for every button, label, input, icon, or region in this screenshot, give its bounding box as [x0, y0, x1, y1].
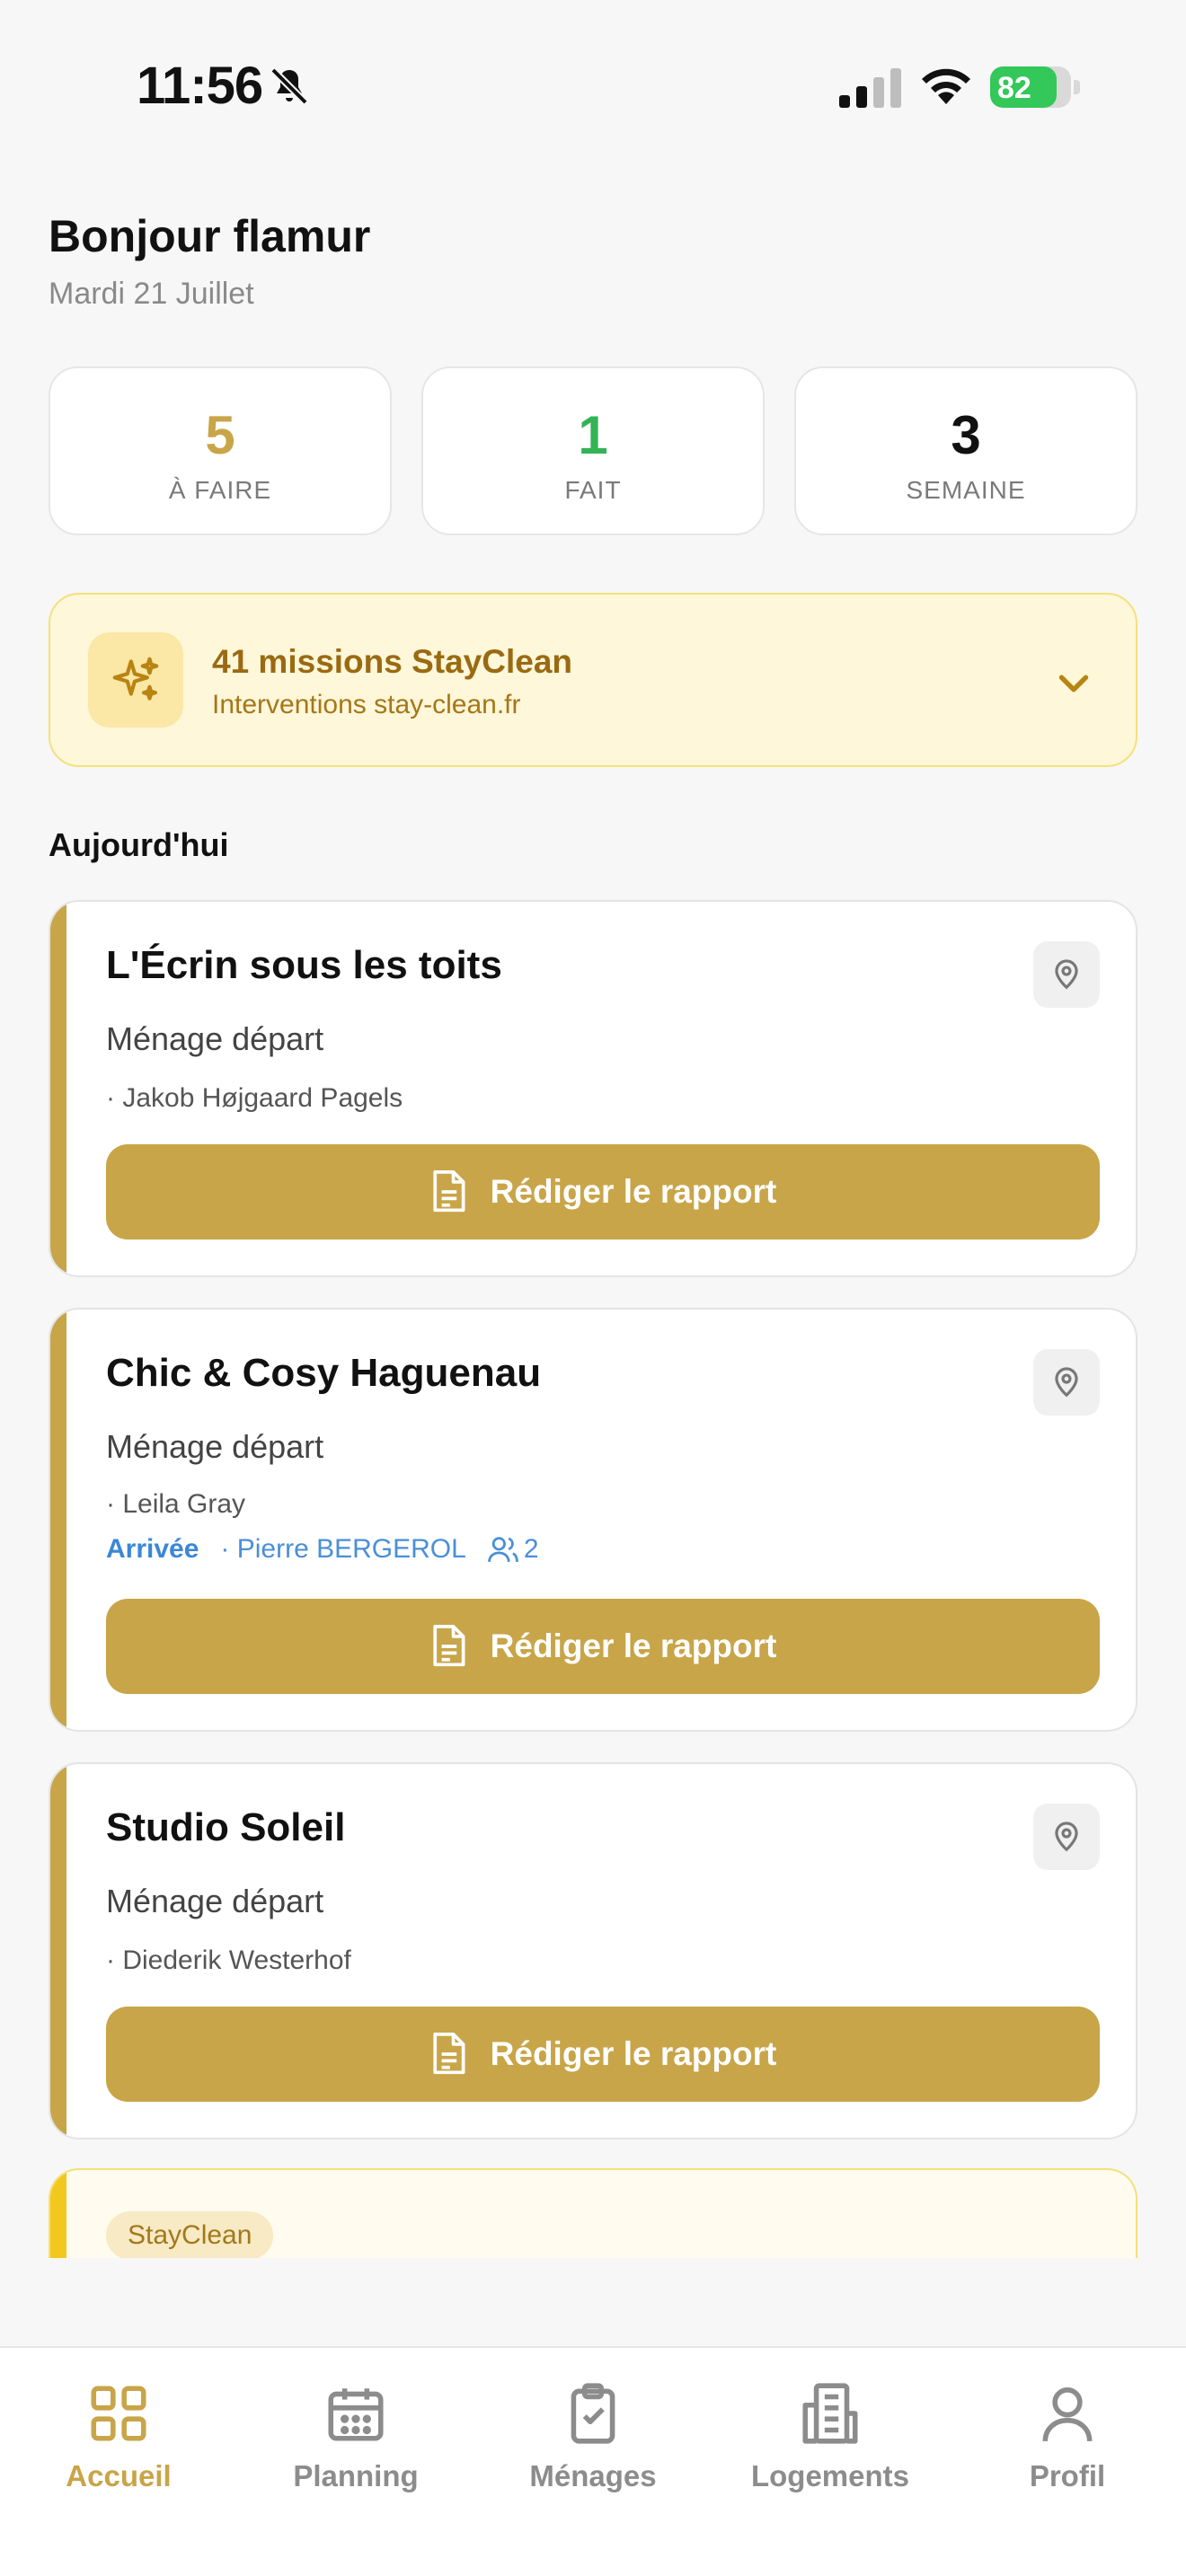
calendar-icon: [328, 2388, 384, 2441]
write-report-button[interactable]: Rédiger le rapport: [106, 1599, 1100, 1694]
promo-title: 41 missions StayClean: [212, 643, 573, 680]
tab-planning[interactable]: Planning: [257, 2380, 455, 2493]
card-guest-name: · Diederik Westerhof: [106, 1945, 351, 1975]
stat-done[interactable]: 1 FAIT: [421, 366, 765, 535]
greeting-title: Bonjour flamur: [49, 211, 371, 261]
card-guest-name: · Leila Gray: [106, 1489, 246, 1519]
card-title: L'Écrin sous les toits: [106, 943, 502, 987]
status-bar: 11:56 82: [0, 0, 1186, 171]
tab-logements[interactable]: Logements: [731, 2380, 929, 2493]
cellular-signal-icon: [839, 68, 901, 108]
card-accent-bar: [50, 2170, 66, 2258]
stayclean-badge: StayClean: [106, 2211, 274, 2258]
battery-icon: 82: [990, 66, 1080, 108]
tab-label: Ménages: [529, 2459, 657, 2492]
write-report-label: Rédiger le rapport: [490, 1173, 777, 1210]
card-accent-bar: [50, 902, 66, 1275]
arrival-label: Arrivée: [106, 1534, 199, 1564]
stat-todo-label: À FAIRE: [168, 476, 272, 504]
write-report-button[interactable]: Rédiger le rapport: [106, 1144, 1100, 1239]
status-time: 11:56: [137, 57, 263, 115]
card-accent-bar: [50, 1310, 66, 1730]
stayclean-mission-card[interactable]: StayClean: [49, 2168, 1137, 2258]
stat-done-value: 1: [578, 405, 608, 465]
location-pin-icon[interactable]: [1033, 941, 1100, 1008]
card-title: Studio Soleil: [106, 1805, 346, 1849]
section-title-today: Aujourd'hui: [49, 826, 229, 863]
mission-card[interactable]: Chic & Cosy Haguenau Ménage départ · Lei…: [49, 1308, 1137, 1732]
location-pin-icon[interactable]: [1033, 1349, 1100, 1416]
card-cleaning-type: Ménage départ: [106, 1883, 324, 1919]
building-icon: [802, 2383, 858, 2444]
chevron-down-icon[interactable]: [1049, 659, 1098, 708]
stayclean-missions-banner[interactable]: 41 missions StayClean Interventions stay…: [49, 593, 1137, 767]
arrival-guest-name: · Pierre BERGEROL: [220, 1534, 466, 1564]
stat-week-label: SEMAINE: [906, 476, 1026, 504]
bottom-tab-bar: Accueil Planning Ménages Logements Profi…: [0, 2346, 1186, 2576]
card-title: Chic & Cosy Haguenau: [106, 1351, 542, 1395]
wifi-icon: [922, 68, 970, 104]
battery-level: 82: [997, 71, 1031, 105]
card-cleaning-type: Ménage départ: [106, 1020, 324, 1057]
tab-label: Accueil: [66, 2459, 172, 2492]
mission-card[interactable]: Studio Soleil Ménage départ · Diederik W…: [49, 1762, 1137, 2139]
sparkles-icon: [88, 632, 183, 728]
tab-accueil[interactable]: Accueil: [20, 2380, 217, 2493]
users-icon: [487, 1537, 518, 1563]
current-date: Mardi 21 Juillet: [49, 277, 254, 311]
guest-count: 2: [523, 1534, 539, 1564]
tab-profil[interactable]: Profil: [969, 2380, 1166, 2493]
write-report-label: Rédiger le rapport: [490, 2035, 777, 2072]
card-cleaning-type: Ménage départ: [106, 1428, 324, 1465]
user-icon: [1042, 2387, 1093, 2442]
tab-label: Profil: [1029, 2459, 1106, 2492]
document-icon: [433, 2033, 465, 2075]
tab-label: Logements: [750, 2459, 910, 2492]
bell-muted-icon: [270, 67, 308, 105]
promo-subtitle: Interventions stay-clean.fr: [212, 690, 521, 719]
stat-week-value: 3: [951, 405, 981, 465]
location-pin-icon[interactable]: [1033, 1804, 1100, 1870]
card-accent-bar: [50, 1764, 66, 2138]
stat-todo[interactable]: 5 À FAIRE: [49, 366, 392, 535]
stat-done-label: FAIT: [564, 476, 622, 504]
grid-icon: [91, 2386, 146, 2441]
write-report-label: Rédiger le rapport: [490, 1628, 777, 1664]
stat-week[interactable]: 3 SEMAINE: [794, 366, 1137, 535]
tab-menages[interactable]: Ménages: [494, 2380, 692, 2493]
clipboard-check-icon: [571, 2383, 615, 2444]
card-guest-name: · Jakob Højgaard Pagels: [106, 1083, 403, 1113]
stat-todo-value: 5: [205, 405, 235, 465]
write-report-button[interactable]: Rédiger le rapport: [106, 2007, 1100, 2102]
document-icon: [433, 1170, 465, 1213]
tab-label: Planning: [293, 2459, 419, 2492]
document-icon: [433, 1625, 465, 1667]
arrival-info: Arrivée · Pierre BERGEROL 2: [106, 1534, 539, 1565]
mission-card[interactable]: L'Écrin sous les toits Ménage départ · J…: [49, 900, 1137, 1277]
